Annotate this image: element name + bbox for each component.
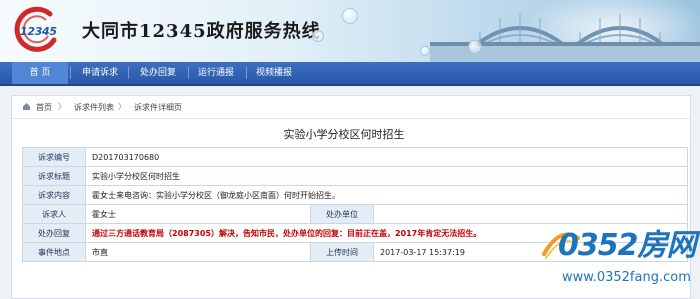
bubble-decoration xyxy=(420,46,430,56)
nav-divider xyxy=(246,67,247,79)
nav-divider xyxy=(188,67,189,79)
watermark-url: www.0352fang.com xyxy=(562,270,691,285)
breadcrumb: 首页 〉 诉求件列表 〉 诉求件详细页 xyxy=(12,96,690,119)
table-row: 诉求标题 实验小学分校区何时招生 xyxy=(22,166,688,186)
site-banner: 12345 大同市12345政府服务热线 xyxy=(0,0,700,62)
nav-divider xyxy=(128,67,129,79)
breadcrumb-separator: 〉 xyxy=(58,102,66,111)
site-title: 大同市12345政府服务热线 xyxy=(82,21,321,42)
hotline-logo: 12345 xyxy=(6,6,74,52)
nav-item-submit-request[interactable]: 申请诉求 xyxy=(74,62,126,84)
request-number-value: D201703170680 xyxy=(85,147,688,167)
watermark-brand: 0352房网 xyxy=(558,228,696,263)
breadcrumb-request-list[interactable]: 诉求件列表 xyxy=(74,102,114,113)
request-subject-value: 实验小学分校区何时招生 xyxy=(85,166,688,186)
table-row: 诉求编号 D201703170680 xyxy=(22,147,688,167)
bubble-decoration xyxy=(312,30,324,42)
bubble-decoration xyxy=(342,8,358,24)
event-location-value: 市直 xyxy=(85,242,311,262)
nav-item-home[interactable]: 首 页 xyxy=(12,62,68,84)
breadcrumb-home[interactable]: 首页 xyxy=(36,102,52,113)
request-number-label: 诉求编号 xyxy=(22,147,86,167)
nav-item-video-broadcast[interactable]: 视频播报 xyxy=(248,62,300,84)
nav-divider xyxy=(70,67,71,79)
home-icon xyxy=(23,103,30,110)
breadcrumb-separator: 〉 xyxy=(118,102,126,111)
logo-text: 12345 xyxy=(20,25,57,38)
nav-item-operation-report[interactable]: 运行通报 xyxy=(190,62,242,84)
request-content-label: 诉求内容 xyxy=(22,185,86,205)
reply-label: 处办回复 xyxy=(22,223,86,243)
requester-label: 诉求人 xyxy=(22,204,86,224)
detail-title: 实验小学分校区何时招生 xyxy=(283,128,405,141)
upload-time-label: 上传时间 xyxy=(310,242,374,262)
handling-unit-label: 处办单位 xyxy=(310,204,374,224)
bubble-decoration xyxy=(468,40,482,54)
event-location-label: 事件地点 xyxy=(22,242,86,262)
nav-item-replies[interactable]: 处办回复 xyxy=(132,62,184,84)
request-subject-label: 诉求标题 xyxy=(22,166,86,186)
table-row: 诉求内容 霍女士来电咨询：实验小学分校区（御龙庭小区南面）何时开始招生。 xyxy=(22,185,688,205)
requester-value: 霍女士 xyxy=(85,204,311,224)
request-content-value: 霍女士来电咨询：实验小学分校区（御龙庭小区南面）何时开始招生。 xyxy=(85,185,688,205)
main-nav: 首 页 申请诉求 处办回复 运行通报 视频播报 xyxy=(0,62,700,86)
breadcrumb-current: 诉求件详细页 xyxy=(134,103,182,112)
watermark-logo: 0352房网 www.0352fang.com xyxy=(540,220,700,297)
